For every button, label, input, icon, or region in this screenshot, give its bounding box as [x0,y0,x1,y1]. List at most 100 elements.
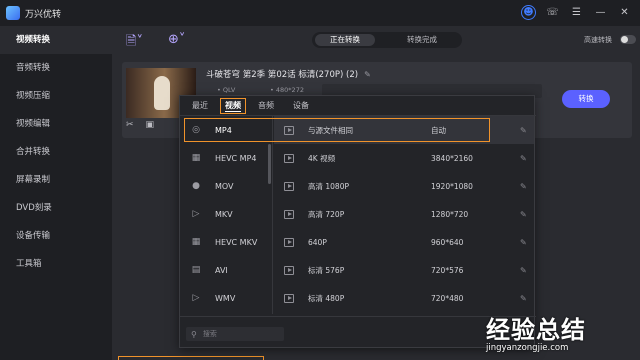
sidebar-item-video-edit[interactable]: 视频编辑 [0,110,112,138]
format-popup: 最近 视频 音频 设备 ◎ MP4 ▦ HEVC MP4 ● MOV ▷ MKV… [179,95,536,348]
video-icon [284,209,294,219]
speed-convert-label: 高速转换 [584,36,612,44]
edit-icon[interactable]: ✎ [520,210,527,219]
format-label: MP4 [215,125,232,135]
edit-icon[interactable]: ✎ [520,238,527,247]
circle-icon: ● [192,181,200,191]
sidebar-item-toolbox[interactable]: 工具箱 [0,250,112,278]
speed-convert-toggle[interactable] [620,35,636,44]
resolution-name: 标清 576P [308,265,345,275]
title-bar: 万兴优转 ☻ ☏ ☰ — ✕ [0,0,640,26]
tab-converting[interactable]: 正在转换 [315,34,375,46]
minimize-icon[interactable]: — [593,5,608,20]
sidebar-item-merge-convert[interactable]: 合并转换 [0,138,112,166]
resolution-size: 1280*720 [431,209,469,219]
resolution-name: 4K 视频 [308,153,336,163]
format-item-avi[interactable]: ▤ AVI [180,256,272,284]
sidebar-item-device-transfer[interactable]: 设备传输 [0,222,112,250]
format-item-mov[interactable]: ● MOV [180,172,272,200]
format-item-mp4[interactable]: ◎ MP4 [180,116,272,144]
search-box: ⚲ [186,327,284,341]
add-disc-icon[interactable]: ⊕˅ [168,32,185,47]
tab-device[interactable]: 设备 [293,99,309,113]
edit-icon[interactable]: ✎ [520,294,527,303]
edit-icon[interactable]: ✎ [520,154,527,163]
add-file-icon[interactable]: 🗎˅ [126,32,143,54]
app-title: 万兴优转 [25,10,62,20]
video-icon [284,125,294,135]
sidebar-item-video-convert[interactable]: 视频转换 [0,26,112,54]
resolution-name: 640P [308,237,327,247]
hevc-icon: ▦ [191,237,201,247]
format-label: AVI [215,265,228,275]
card-tools: ✂ ▣ [126,120,154,130]
resolution-size: 自动 [431,125,446,135]
convert-button[interactable]: 转换 [562,90,610,108]
file-title: 斗破苍穹 第2季 第02话 标清(270P) (2) ✎ [206,68,371,80]
play-icon: ▷ [192,209,200,219]
toolbar: 🗎˅ ⊕˅ 正在转换 转换完成 高速转换 [112,26,640,54]
format-label: HEVC MP4 [215,153,257,163]
video-icon [284,181,294,191]
resolution-name: 与源文件相同 [308,125,353,135]
user-icon[interactable]: ☻ [521,5,536,20]
resolution-name: 高清 1080P [308,181,349,191]
resolution-size: 720*480 [431,293,464,303]
format-label: MKV [215,209,233,219]
sidebar-item-audio-convert[interactable]: 音频转换 [0,54,112,82]
file-title-text: 斗破苍穹 第2季 第02话 标清(270P) (2) [206,70,359,80]
resolution-list: 与源文件相同 自动 ✎ 4K 视频 3840*2160 ✎ 高清 1080P 1… [274,116,536,314]
tab-recent[interactable]: 最近 [192,99,208,113]
search-icon: ⚲ [191,329,197,339]
format-item-mkv[interactable]: ▷ MKV [180,200,272,228]
resolution-size: 3840*2160 [431,153,473,163]
resolution-row-4k[interactable]: 4K 视频 3840*2160 ✎ [274,144,534,172]
resolution-size: 960*640 [431,237,464,247]
resolution-row-720p[interactable]: 高清 720P 1280*720 ✎ [274,200,534,228]
headset-icon[interactable]: ☏ [545,5,560,20]
crop-icon[interactable]: ▣ [146,120,155,130]
format-item-hevc-mkv[interactable]: ▦ HEVC MKV [180,228,272,256]
resolution-row-1080p[interactable]: 高清 1080P 1920*1080 ✎ [274,172,534,200]
film-icon: ▤ [191,265,201,275]
cut-icon[interactable]: ✂ [126,120,134,130]
sidebar-item-dvd-burn[interactable]: DVD刻录 [0,194,112,222]
thumbnail-figure [154,76,170,110]
format-label: MOV [215,181,234,191]
play-icon: ▷ [192,293,200,303]
format-list: ◎ MP4 ▦ HEVC MP4 ● MOV ▷ MKV ▦ HEVC MKV … [180,116,273,314]
menu-icon[interactable]: ☰ [569,5,584,20]
format-list-scrollbar[interactable] [268,144,271,184]
resolution-size: 1920*1080 [431,181,473,191]
circle-icon: ◎ [192,125,200,135]
rename-icon[interactable]: ✎ [364,70,371,79]
search-input[interactable] [202,330,273,338]
file-format: • QLV [217,86,236,94]
edit-icon[interactable]: ✎ [520,182,527,191]
resolution-row-640p[interactable]: 640P 960*640 ✎ [274,228,534,256]
sidebar: 视频转换 音频转换 视频压缩 视频编辑 合并转换 屏幕录制 DVD刻录 设备传输… [0,26,112,360]
resolution-size: 720*576 [431,265,464,275]
format-item-wmv[interactable]: ▷ WMV [180,284,272,312]
hevc-icon: ▦ [191,153,201,163]
format-label: HEVC MKV [215,237,258,247]
resolution-row-576p[interactable]: 标清 576P 720*576 ✎ [274,256,534,284]
output-format-highlight [118,356,264,360]
popup-tabs: 最近 视频 音频 设备 [180,96,536,116]
tab-video[interactable]: 视频 [220,98,246,114]
video-icon [284,293,294,303]
format-label: WMV [215,293,236,303]
sidebar-item-screen-record[interactable]: 屏幕录制 [0,166,112,194]
tab-converted[interactable]: 转换完成 [392,34,452,46]
edit-icon[interactable]: ✎ [520,126,527,135]
video-icon [284,237,294,247]
sidebar-item-video-compress[interactable]: 视频压缩 [0,82,112,110]
resolution-row-source[interactable]: 与源文件相同 自动 ✎ [274,116,534,144]
edit-icon[interactable]: ✎ [520,266,527,275]
video-icon [284,265,294,275]
tab-audio[interactable]: 音频 [258,99,274,113]
close-icon[interactable]: ✕ [617,5,632,20]
resolution-row-480p[interactable]: 标清 480P 720*480 ✎ [274,284,534,312]
popup-footer: ⚲ [180,316,536,348]
format-item-hevc-mp4[interactable]: ▦ HEVC MP4 [180,144,272,172]
